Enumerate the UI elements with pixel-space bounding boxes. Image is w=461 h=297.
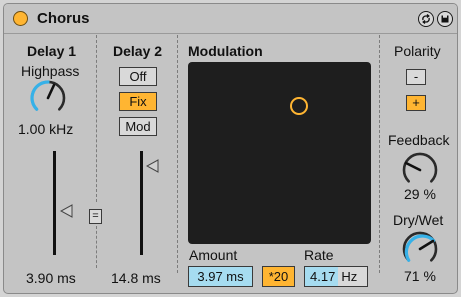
delay1-time-slider-handle[interactable] [60,204,74,218]
delay2-mode-off-button[interactable]: Off [119,67,157,86]
delay2-time-slider-track[interactable] [140,151,143,255]
modulation-xy-handle[interactable] [290,97,308,115]
highpass-label: Highpass [21,63,80,79]
highpass-value: 1.00 kHz [18,121,74,137]
dry-wet-value: 71 % [404,268,436,284]
rate-field[interactable]: 4.17 Hz [304,266,368,287]
delay1-divider-top [96,35,97,202]
delay2-mode-fix-button[interactable]: Fix [119,92,157,111]
polarity-minus-button[interactable]: - [406,69,426,85]
hot-swap-icon[interactable] [418,11,434,27]
dry-wet-knob[interactable] [400,229,440,269]
delay2-mode-mod-button[interactable]: Mod [119,117,157,136]
delay1-time-slider-track[interactable] [53,151,56,255]
device-power-icon[interactable] [13,11,28,26]
rate-unit: Hz [341,269,358,284]
amount-value-field[interactable]: 3.97 ms [188,266,253,287]
feedback-label: Feedback [388,132,450,148]
device-title: Chorus [37,10,90,27]
link-delays-button[interactable]: = [89,209,102,224]
device-title-bar: Chorus [4,4,457,34]
polarity-title: Polarity [394,43,441,59]
chorus-device: Chorus Delay 1 Highpass 1.00 kHz = 3.90 … [3,3,458,294]
rate-value: 4.17 [305,267,339,286]
delay1-title: Delay 1 [27,43,77,59]
delay2-title: Delay 2 [113,43,163,59]
delay2-divider [177,35,178,273]
amount-x20-button[interactable]: *20 [262,266,295,287]
dry-wet-label: Dry/Wet [393,212,444,228]
delay2-time-value: 14.8 ms [111,270,161,286]
modulation-title: Modulation [188,43,263,59]
polarity-plus-button[interactable]: + [406,95,426,111]
save-preset-icon[interactable] [437,11,453,27]
delay1-time-value: 3.90 ms [26,270,76,286]
rate-label: Rate [304,247,334,263]
delay2-time-slider-handle[interactable] [146,159,160,173]
modulation-xy-pad[interactable] [188,62,371,244]
feedback-value: 29 % [404,186,436,202]
feedback-knob[interactable] [400,150,440,190]
delay1-divider-bottom [96,226,97,268]
amount-label: Amount [189,247,238,263]
modulation-divider [379,35,380,273]
highpass-knob[interactable] [28,78,68,118]
